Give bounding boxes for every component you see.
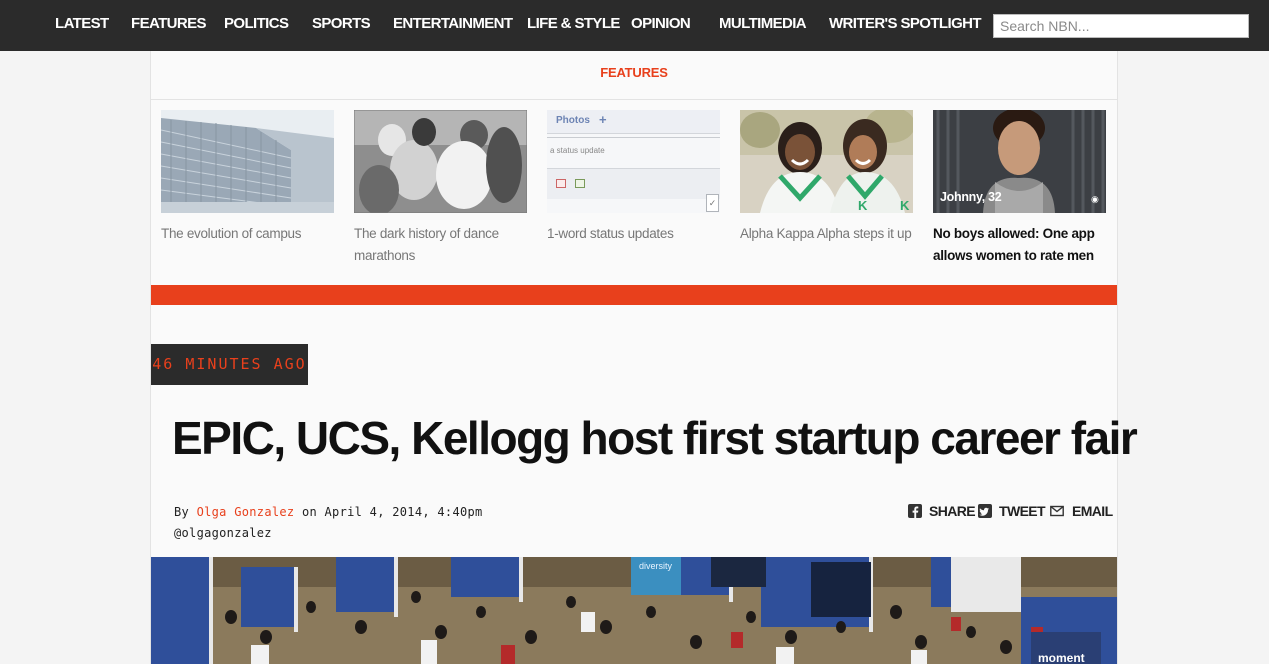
- profile-overlay-label: Johnny, 32: [940, 190, 1002, 204]
- feature-card[interactable]: K K Alpha Kappa Alpha steps it up: [740, 110, 913, 245]
- nav-opinion[interactable]: OPINION: [631, 15, 691, 32]
- card-caption: The evolution of campus: [161, 226, 302, 241]
- svg-text:K: K: [858, 198, 868, 213]
- accent-divider: [151, 285, 1117, 305]
- nav-sports[interactable]: SPORTS: [312, 15, 371, 32]
- content-panel: FEATURES The evolution of campus The dar…: [150, 51, 1138, 664]
- sorority-photo-thumbnail: K K: [740, 110, 913, 213]
- nav-politics[interactable]: POLITICS: [224, 15, 289, 32]
- camera-icon: ◉: [1091, 194, 1099, 204]
- article-title: EPIC, UCS, Kellogg host first startup ca…: [172, 412, 1138, 464]
- card-caption: Alpha Kappa Alpha steps it up: [740, 226, 912, 241]
- twitter-icon: [978, 504, 992, 518]
- article-hero-image: diversity moment: [151, 557, 1117, 664]
- nav-writers-spotlight[interactable]: WRITER'S SPOTLIGHT: [829, 15, 982, 32]
- envelope-icon: [1050, 505, 1064, 517]
- author-link[interactable]: Olga Gonzalez: [197, 505, 295, 519]
- search-input[interactable]: [993, 14, 1249, 38]
- campus-building-thumbnail: [161, 110, 334, 213]
- checkbox-icon: ✓: [706, 194, 719, 212]
- card-caption: The dark history of dance marathons: [354, 226, 499, 263]
- section-title[interactable]: FEATURES: [600, 65, 668, 80]
- nav-features[interactable]: FEATURES: [131, 15, 207, 32]
- time-ago-badge: 46 MINUTES AGO: [151, 344, 308, 385]
- svg-text:K: K: [900, 198, 910, 213]
- feature-card[interactable]: The evolution of campus: [161, 110, 334, 245]
- nav-multimedia[interactable]: MULTIMEDIA: [719, 15, 807, 32]
- plus-icon: +: [599, 112, 607, 127]
- hero-sign-diversity: diversity: [639, 561, 673, 571]
- card-caption: 1-word status updates: [547, 226, 674, 241]
- status-update-thumbnail: Photos + a status update ✓: [547, 110, 720, 213]
- calendar-icon: [556, 179, 566, 188]
- author-handle[interactable]: @olgagonzalez: [174, 523, 483, 544]
- share-button[interactable]: SHARE: [908, 503, 976, 519]
- nav-life-style[interactable]: LIFE & STYLE: [527, 15, 620, 32]
- email-label: EMAIL: [1072, 503, 1113, 519]
- place-icon: [575, 179, 585, 188]
- top-navigation: LATEST FEATURES POLITICS SPORTS ENTERTAI…: [0, 0, 1269, 51]
- nav-latest[interactable]: LATEST: [55, 15, 109, 32]
- nav-entertainment[interactable]: ENTERTAINMENT: [393, 15, 513, 32]
- dance-marathon-thumbnail: [354, 110, 527, 213]
- status-prompt: a status update: [550, 146, 605, 155]
- card-caption: No boys allowed: One app allows women to…: [933, 226, 1095, 263]
- byline: By Olga Gonzalez on April 4, 2014, 4:40p…: [174, 502, 483, 544]
- tweet-label: TWEET: [999, 503, 1046, 519]
- feature-card[interactable]: Photos + a status update ✓ 1-word status…: [547, 110, 720, 245]
- tweet-button[interactable]: TWEET: [978, 503, 1046, 519]
- feature-card[interactable]: The dark history of dance marathons: [354, 110, 527, 267]
- facebook-icon: [908, 504, 922, 518]
- section-header: FEATURES: [151, 51, 1117, 100]
- feature-card[interactable]: Johnny, 32 ◉ No boys allowed: One app al…: [933, 110, 1106, 267]
- share-label: SHARE: [929, 503, 976, 519]
- hero-sign-moment: moment: [1038, 651, 1085, 664]
- byline-prefix: By: [174, 505, 190, 519]
- photos-label: Photos: [556, 115, 590, 126]
- profile-photo-thumbnail: Johnny, 32 ◉: [933, 110, 1106, 213]
- email-button[interactable]: EMAIL: [1049, 503, 1113, 519]
- publish-date: on April 4, 2014, 4:40pm: [301, 505, 483, 519]
